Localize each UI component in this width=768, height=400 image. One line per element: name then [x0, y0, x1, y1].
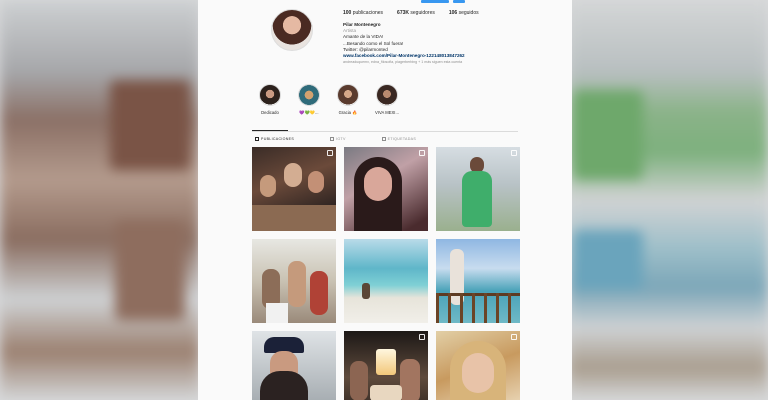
highlight-thumbnail	[337, 84, 359, 106]
grid-icon	[255, 137, 259, 141]
highlight-thumbnail	[298, 84, 320, 106]
stat-posts[interactable]: 100 publicaciones	[343, 10, 383, 16]
highlight-label: VIVA MEXI...	[375, 110, 399, 115]
highlight-label: 💜💚💛...	[299, 110, 319, 115]
posts-grid	[252, 147, 520, 400]
post-thumbnail[interactable]	[436, 239, 520, 323]
highlight-item[interactable]: Dedicado	[258, 84, 282, 116]
instagram-profile-page: 100 publicaciones 673K seguidores 106 se…	[198, 0, 572, 400]
top-button[interactable]	[421, 0, 449, 3]
active-tab-indicator	[252, 130, 288, 131]
tab-tagged[interactable]: ETIQUETADAS	[381, 137, 416, 141]
profile-bio: Pilar Montenegro Artista Amante de la VI…	[343, 22, 465, 65]
multi-photo-icon	[419, 150, 425, 156]
post-thumbnail[interactable]	[436, 331, 520, 400]
highlight-item[interactable]: VIVA MEXI...	[375, 84, 399, 116]
highlight-thumbnail	[376, 84, 398, 106]
post-thumbnail[interactable]	[344, 239, 428, 323]
tag-icon	[381, 137, 386, 141]
top-button-secondary[interactable]	[453, 0, 465, 3]
video-icon	[419, 334, 425, 340]
highlight-thumbnail	[259, 84, 281, 106]
multi-photo-icon	[511, 334, 517, 340]
stat-followers[interactable]: 673K seguidores	[397, 10, 435, 16]
tabs-divider	[252, 131, 518, 132]
followed-by-text[interactable]: andreaduquemx, edna_filosofia, piagerber…	[343, 59, 465, 65]
profile-stats: 100 publicaciones 673K seguidores 106 se…	[343, 10, 479, 16]
profile-tabs: PUBLICACIONES IGTV ETIQUETADAS	[255, 137, 416, 141]
post-thumbnail[interactable]	[252, 239, 336, 323]
tv-icon	[330, 137, 335, 141]
post-thumbnail[interactable]	[344, 147, 428, 231]
highlight-item[interactable]: 💜💚💛...	[297, 84, 321, 116]
post-thumbnail[interactable]	[252, 147, 336, 231]
story-highlights: Dedicado 💜💚💛... Gracia 🔥 VIVA MEXI...	[258, 84, 399, 116]
multi-photo-icon	[511, 150, 517, 156]
tab-posts[interactable]: PUBLICACIONES	[255, 137, 294, 141]
blurred-background-left	[0, 0, 200, 400]
highlight-item[interactable]: Gracia 🔥	[336, 84, 360, 116]
post-thumbnail[interactable]	[344, 331, 428, 400]
profile-avatar[interactable]	[271, 9, 313, 51]
stat-following[interactable]: 106 seguidos	[449, 10, 479, 16]
post-thumbnail[interactable]	[252, 331, 336, 400]
profile-header: 100 publicaciones 673K seguidores 106 se…	[198, 0, 572, 80]
highlight-label: Dedicado	[261, 110, 279, 115]
blurred-background-right	[568, 0, 768, 400]
highlight-label: Gracia 🔥	[338, 110, 358, 115]
tab-igtv[interactable]: IGTV	[330, 137, 346, 141]
post-thumbnail[interactable]	[436, 147, 520, 231]
multi-photo-icon	[327, 150, 333, 156]
